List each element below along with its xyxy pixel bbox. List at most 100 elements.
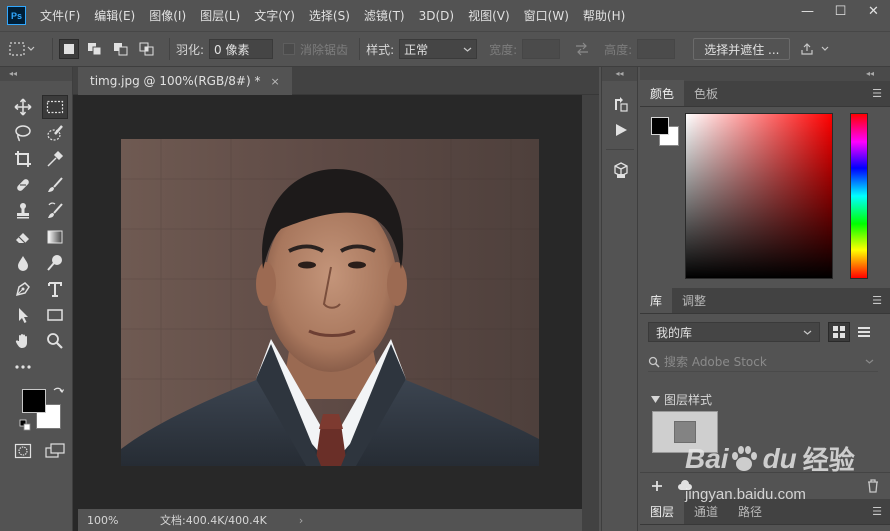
vertical-scrollbar[interactable] <box>582 95 599 531</box>
tool-row <box>10 277 68 301</box>
tab-layers[interactable]: 图层 <box>640 498 685 524</box>
layer-styles-section[interactable]: 图层样式 <box>651 391 712 408</box>
layer-styles-label: 图层样式 <box>664 393 713 407</box>
history-brush-tool[interactable] <box>42 199 68 223</box>
gradient-icon <box>47 230 63 244</box>
path-selection-tool[interactable] <box>10 303 36 327</box>
rectangle-tool[interactable] <box>42 303 68 327</box>
menu-edit[interactable]: 编辑(E) <box>94 7 135 24</box>
portrait-photo[interactable] <box>121 139 539 466</box>
delete-element-button[interactable] <box>862 475 884 497</box>
menu-window[interactable]: 窗口(W) <box>524 7 569 24</box>
pen-tool[interactable] <box>10 277 36 301</box>
close-button[interactable]: ✕ <box>857 0 890 22</box>
layer-style-thumbnail[interactable] <box>652 411 718 453</box>
history-panel-button[interactable] <box>610 93 632 115</box>
zoom-tool[interactable] <box>42 329 68 353</box>
close-tab-icon[interactable]: × <box>270 75 279 88</box>
canvas[interactable] <box>78 95 582 509</box>
crop-tool[interactable] <box>10 147 36 171</box>
move-tool[interactable] <box>10 95 36 119</box>
spot-healing-brush-tool[interactable] <box>10 173 36 197</box>
swap-colors-icon[interactable] <box>52 386 64 398</box>
clone-stamp-tool[interactable] <box>10 199 36 223</box>
width-label: 宽度: <box>489 42 518 57</box>
brush-tool[interactable] <box>42 173 68 197</box>
menu-help[interactable]: 帮助(H) <box>583 7 625 24</box>
tab-color[interactable]: 颜色 <box>640 80 685 106</box>
rectangular-marquee-tool[interactable] <box>42 95 68 119</box>
menu-filter[interactable]: 滤镜(T) <box>364 7 405 24</box>
status-menu-arrow-icon[interactable]: › <box>299 514 303 527</box>
tab-channels[interactable]: 通道 <box>684 498 728 524</box>
maximize-button[interactable]: ☐ <box>824 0 857 22</box>
library-select-value: 我的库 <box>656 325 693 340</box>
menu-layer[interactable]: 图层(L) <box>200 7 240 24</box>
menu-type[interactable]: 文字(Y) <box>254 7 295 24</box>
menu-file[interactable]: 文件(F) <box>40 7 80 24</box>
tab-paths[interactable]: 路径 <box>728 498 772 524</box>
pen-icon <box>15 282 30 297</box>
blur-tool[interactable] <box>10 251 36 275</box>
actions-panel-button[interactable] <box>610 119 632 141</box>
height-label: 高度: <box>604 42 633 57</box>
lasso-tool[interactable] <box>10 121 36 145</box>
type-tool[interactable] <box>42 277 68 301</box>
intersect-selection-button[interactable] <box>137 39 157 59</box>
width-input[interactable] <box>522 39 561 59</box>
menu-3d[interactable]: 3D(D) <box>419 9 454 23</box>
tab-adjustments[interactable]: 调整 <box>672 287 716 313</box>
subtract-selection-button[interactable] <box>111 39 131 59</box>
menu-view[interactable]: 视图(V) <box>468 7 510 24</box>
document-tab[interactable]: timg.jpg @ 100%(RGB/8#) * × <box>78 67 292 95</box>
panel-menu-icon[interactable]: ☰ <box>872 505 882 518</box>
collapse-panels-icon[interactable]: ◂◂ <box>640 67 890 81</box>
height-input[interactable] <box>637 39 676 59</box>
rectangle-icon <box>47 309 63 321</box>
feather-input[interactable]: 0 像素 <box>209 39 274 59</box>
foreground-color-swatch[interactable] <box>22 389 46 413</box>
panel-menu-icon[interactable]: ☰ <box>872 294 882 307</box>
dodge-tool[interactable] <box>42 251 68 275</box>
hue-slider[interactable] <box>850 113 868 279</box>
tab-libraries[interactable]: 库 <box>640 287 673 313</box>
zoom-level[interactable]: 100% <box>78 514 126 527</box>
swap-width-height-icon[interactable] <box>574 42 590 56</box>
eyedropper-tool[interactable] <box>42 147 68 171</box>
new-selection-button[interactable] <box>59 39 79 59</box>
share-icon[interactable] <box>800 42 814 56</box>
default-colors-icon[interactable] <box>19 419 31 431</box>
menu-select[interactable]: 选择(S) <box>309 7 350 24</box>
adobe-stock-search[interactable]: 搜索 Adobe Stock <box>648 352 878 372</box>
3d-panel-button[interactable] <box>610 159 632 181</box>
panel-menu-icon[interactable]: ☰ <box>872 87 882 100</box>
style-select[interactable]: 正常 <box>399 39 478 59</box>
select-and-mask-button[interactable]: 选择并遮住 ... <box>693 38 791 60</box>
eraser-tool[interactable] <box>10 225 36 249</box>
saturation-value-field[interactable] <box>685 113 833 279</box>
add-selection-button[interactable] <box>85 39 105 59</box>
menu-image[interactable]: 图像(I) <box>149 7 186 24</box>
document-tab-bar: timg.jpg @ 100%(RGB/8#) * × <box>73 67 599 95</box>
hand-tool[interactable] <box>10 329 36 353</box>
chevron-down-icon[interactable] <box>820 45 830 53</box>
add-element-button[interactable] <box>646 475 668 497</box>
gradient-tool[interactable] <box>42 225 68 249</box>
edit-toolbar-button[interactable] <box>10 355 36 379</box>
minimize-button[interactable]: — <box>791 0 824 22</box>
tab-swatches[interactable]: 色板 <box>684 80 728 106</box>
list-view-button[interactable] <box>853 322 875 342</box>
grid-view-button[interactable] <box>828 322 850 342</box>
screen-mode-button[interactable] <box>42 439 68 463</box>
collapse-dock-icon[interactable]: ◂◂ <box>602 67 637 81</box>
antialias-checkbox[interactable] <box>283 43 296 55</box>
cloud-sync-button[interactable] <box>674 475 696 497</box>
color-panel-foreground-swatch[interactable] <box>651 117 669 135</box>
library-select[interactable]: 我的库 <box>648 322 820 342</box>
quick-mask-button[interactable] <box>10 439 36 463</box>
tool-row <box>10 439 68 463</box>
collapse-toolbar-icon[interactable]: ◂◂ <box>0 67 72 81</box>
quick-selection-tool[interactable] <box>42 121 68 145</box>
plus-icon <box>652 480 662 491</box>
tool-preset-picker[interactable] <box>8 41 46 57</box>
